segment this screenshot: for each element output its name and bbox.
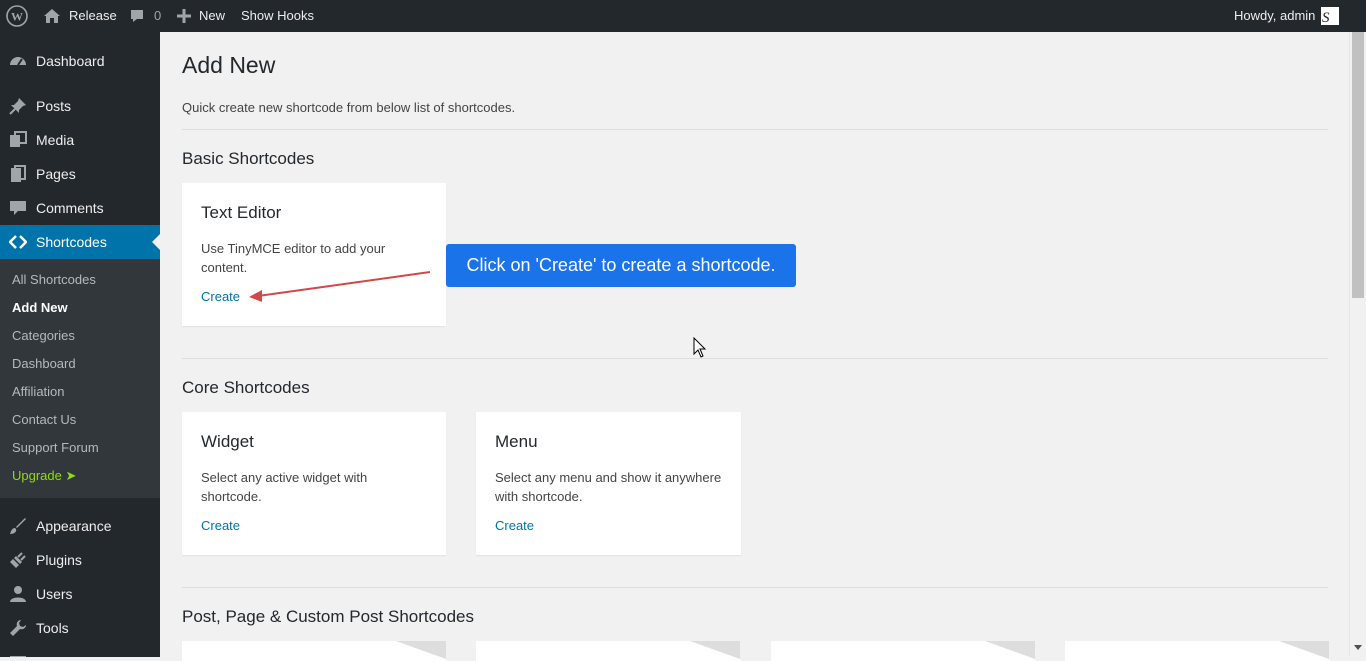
mouse-cursor-icon [693, 337, 707, 358]
annotation-arrow [249, 271, 431, 302]
vertical-scrollbar[interactable] [1349, 32, 1366, 657]
tutorial-tooltip: Click on 'Create' to create a shortcode. [446, 244, 796, 287]
scrollbar-thumb[interactable] [1352, 32, 1364, 298]
scroll-down-arrow-icon[interactable] [1353, 644, 1363, 652]
annotation-arrow-layer [249, 271, 431, 302]
